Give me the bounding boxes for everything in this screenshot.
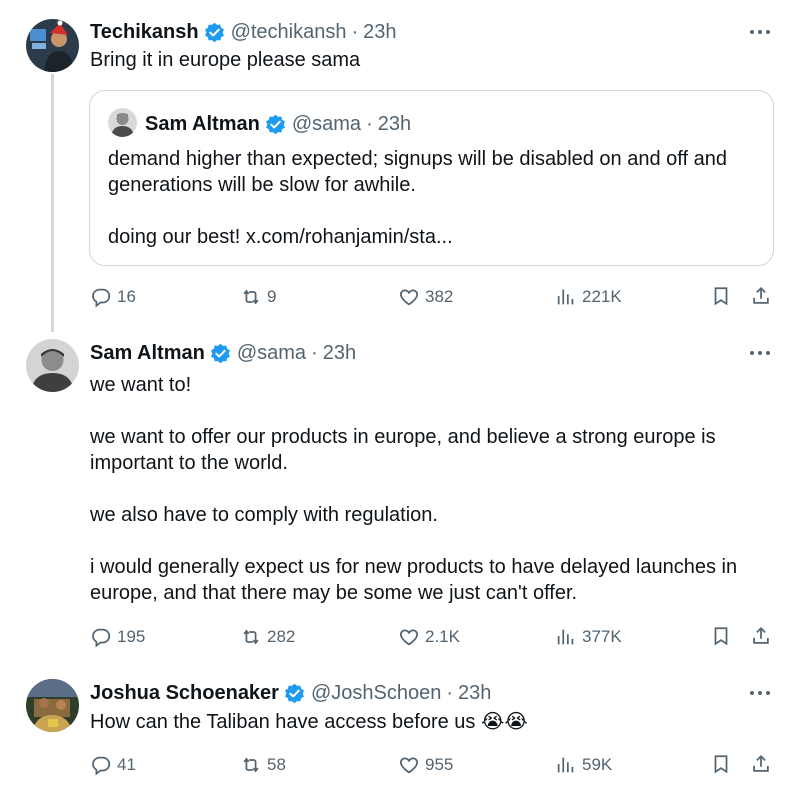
action-bar: 41 58 955 59K — [90, 753, 780, 777]
verified-badge-icon — [285, 683, 304, 703]
repost-icon — [243, 757, 259, 773]
views-button[interactable]: 59K — [555, 753, 612, 777]
share-button[interactable] — [750, 753, 772, 775]
repost-button[interactable]: 58 — [240, 753, 286, 777]
bookmark-button[interactable] — [710, 753, 732, 775]
bookmark-icon — [714, 755, 728, 774]
repost-count: 58 — [267, 755, 286, 774]
timestamp[interactable]: 23h — [458, 681, 491, 705]
tweet-text: How can the Taliban have access before u… — [90, 711, 528, 733]
reply-icon — [92, 756, 111, 776]
author-handle[interactable]: @JoshSchoen — [311, 681, 441, 705]
share-icon — [753, 754, 769, 772]
author-name[interactable]: Joshua Schoenaker — [90, 681, 279, 705]
views-icon — [557, 757, 574, 773]
tweet-joshua-schoenaker[interactable]: Joshua Schoenaker @JoshSchoen · 23h How … — [0, 0, 792, 800]
more-icon[interactable] — [748, 683, 772, 703]
separator-dot: · — [446, 682, 454, 704]
like-button[interactable]: 955 — [398, 753, 453, 777]
like-count: 955 — [425, 755, 454, 774]
avatar-joshua-schoenaker[interactable] — [26, 679, 79, 732]
heart-icon — [400, 757, 418, 774]
reply-count: 41 — [117, 755, 136, 774]
tweet-header: Joshua Schoenaker @JoshSchoen · 23h — [90, 681, 491, 705]
reply-button[interactable]: 41 — [90, 753, 136, 777]
views-count: 59K — [582, 755, 613, 774]
